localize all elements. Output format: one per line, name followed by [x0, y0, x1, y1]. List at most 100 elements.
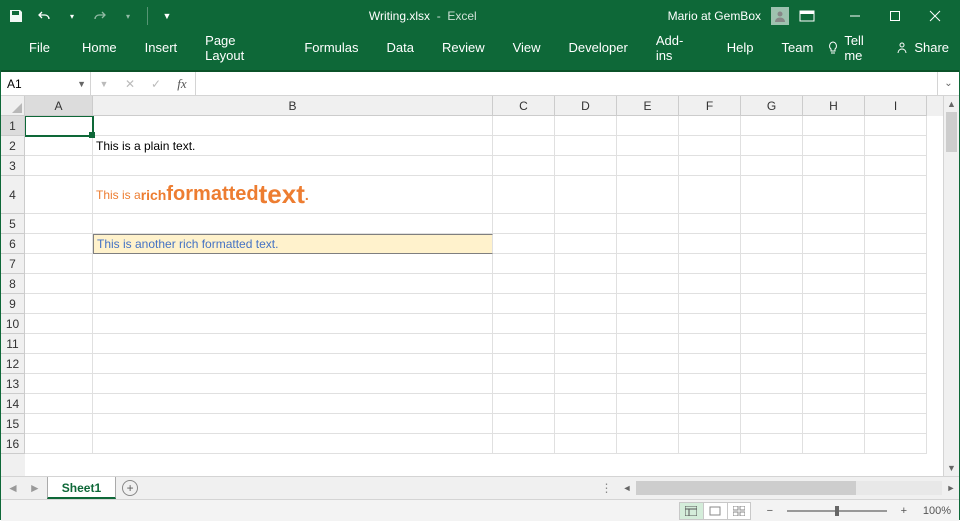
cell-G13[interactable] — [741, 374, 803, 394]
cell-H15[interactable] — [803, 414, 865, 434]
cell-E13[interactable] — [617, 374, 679, 394]
cell-D14[interactable] — [555, 394, 617, 414]
cell-G11[interactable] — [741, 334, 803, 354]
row-header-6[interactable]: 6 — [1, 234, 25, 254]
cell-D16[interactable] — [555, 434, 617, 454]
cell-E14[interactable] — [617, 394, 679, 414]
row-header-1[interactable]: 1 — [1, 116, 25, 136]
cell-E4[interactable] — [617, 176, 679, 214]
cell-I15[interactable] — [865, 414, 927, 434]
cell-G5[interactable] — [741, 214, 803, 234]
tab-help[interactable]: Help — [713, 31, 768, 64]
maximize-button[interactable] — [875, 1, 915, 31]
zoom-in-button[interactable]: + — [897, 505, 911, 517]
cell-B13[interactable] — [93, 374, 493, 394]
cell-B5[interactable] — [93, 214, 493, 234]
normal-view-button[interactable] — [679, 502, 703, 520]
page-break-view-button[interactable] — [727, 502, 751, 520]
cell-E11[interactable] — [617, 334, 679, 354]
cell-A10[interactable] — [25, 314, 93, 334]
cell-D15[interactable] — [555, 414, 617, 434]
cell-I12[interactable] — [865, 354, 927, 374]
row-header-8[interactable]: 8 — [1, 274, 25, 294]
cell-D8[interactable] — [555, 274, 617, 294]
cell-E15[interactable] — [617, 414, 679, 434]
cell-E3[interactable] — [617, 156, 679, 176]
cell-I3[interactable] — [865, 156, 927, 176]
qat-customize-icon[interactable]: ▼ — [156, 5, 178, 27]
cell-H12[interactable] — [803, 354, 865, 374]
cell-H6[interactable] — [803, 234, 865, 254]
user-avatar-icon[interactable] — [771, 7, 789, 25]
cell-F11[interactable] — [679, 334, 741, 354]
close-button[interactable] — [915, 1, 955, 31]
cell-H3[interactable] — [803, 156, 865, 176]
cell-D12[interactable] — [555, 354, 617, 374]
col-header-D[interactable]: D — [555, 96, 617, 116]
cell-G3[interactable] — [741, 156, 803, 176]
row-header-2[interactable]: 2 — [1, 136, 25, 156]
row-header-14[interactable]: 14 — [1, 394, 25, 414]
row-header-16[interactable]: 16 — [1, 434, 25, 454]
cell-G2[interactable] — [741, 136, 803, 156]
cell-D5[interactable] — [555, 214, 617, 234]
cancel-icon[interactable]: ✕ — [117, 77, 143, 91]
cell-B8[interactable] — [93, 274, 493, 294]
name-box[interactable]: A1 ▼ — [1, 72, 91, 95]
col-header-I[interactable]: I — [865, 96, 927, 116]
cell-C7[interactable] — [493, 254, 555, 274]
row-header-5[interactable]: 5 — [1, 214, 25, 234]
cell-B2[interactable]: This is a plain text. — [93, 136, 493, 156]
vertical-scrollbar[interactable]: ▲ ▼ — [943, 96, 959, 476]
cell-D11[interactable] — [555, 334, 617, 354]
expand-formula-bar-icon[interactable]: ⌄ — [937, 72, 959, 95]
cell-H14[interactable] — [803, 394, 865, 414]
undo-dropdown-icon[interactable]: ▾ — [61, 5, 83, 27]
zoom-out-button[interactable]: − — [763, 505, 777, 517]
cell-D3[interactable] — [555, 156, 617, 176]
cell-D13[interactable] — [555, 374, 617, 394]
cell-F7[interactable] — [679, 254, 741, 274]
cell-H13[interactable] — [803, 374, 865, 394]
cell-C15[interactable] — [493, 414, 555, 434]
cell-H8[interactable] — [803, 274, 865, 294]
cell-E7[interactable] — [617, 254, 679, 274]
cell-G14[interactable] — [741, 394, 803, 414]
cell-D9[interactable] — [555, 294, 617, 314]
cell-D6[interactable] — [555, 234, 617, 254]
cell-C10[interactable] — [493, 314, 555, 334]
cell-D4[interactable] — [555, 176, 617, 214]
cell-D1[interactable] — [555, 116, 617, 136]
undo-icon[interactable] — [33, 5, 55, 27]
scroll-up-icon[interactable]: ▲ — [944, 96, 959, 112]
cell-G4[interactable] — [741, 176, 803, 214]
cell-A3[interactable] — [25, 156, 93, 176]
cell-B14[interactable] — [93, 394, 493, 414]
tab-team[interactable]: Team — [768, 31, 828, 64]
cell-H2[interactable] — [803, 136, 865, 156]
col-header-E[interactable]: E — [617, 96, 679, 116]
cell-I1[interactable] — [865, 116, 927, 136]
cell-E2[interactable] — [617, 136, 679, 156]
cell-G9[interactable] — [741, 294, 803, 314]
cell-D7[interactable] — [555, 254, 617, 274]
name-box-dropdown-icon[interactable]: ▼ — [77, 79, 86, 89]
cell-H16[interactable] — [803, 434, 865, 454]
cell-H9[interactable] — [803, 294, 865, 314]
cell-B7[interactable] — [93, 254, 493, 274]
cell-E1[interactable] — [617, 116, 679, 136]
split-grip-icon[interactable]: ⋮ — [595, 477, 619, 499]
cell-I13[interactable] — [865, 374, 927, 394]
cell-A1[interactable] — [25, 116, 93, 136]
tab-view[interactable]: View — [499, 31, 555, 64]
cell-C5[interactable] — [493, 214, 555, 234]
cell-C3[interactable] — [493, 156, 555, 176]
zoom-thumb[interactable] — [835, 506, 839, 516]
cell-B1[interactable] — [93, 116, 493, 136]
cell-H10[interactable] — [803, 314, 865, 334]
add-sheet-button[interactable]: + — [116, 477, 144, 499]
cell-A7[interactable] — [25, 254, 93, 274]
cell-G8[interactable] — [741, 274, 803, 294]
tab-page-layout[interactable]: Page Layout — [191, 31, 290, 64]
cell-G12[interactable] — [741, 354, 803, 374]
